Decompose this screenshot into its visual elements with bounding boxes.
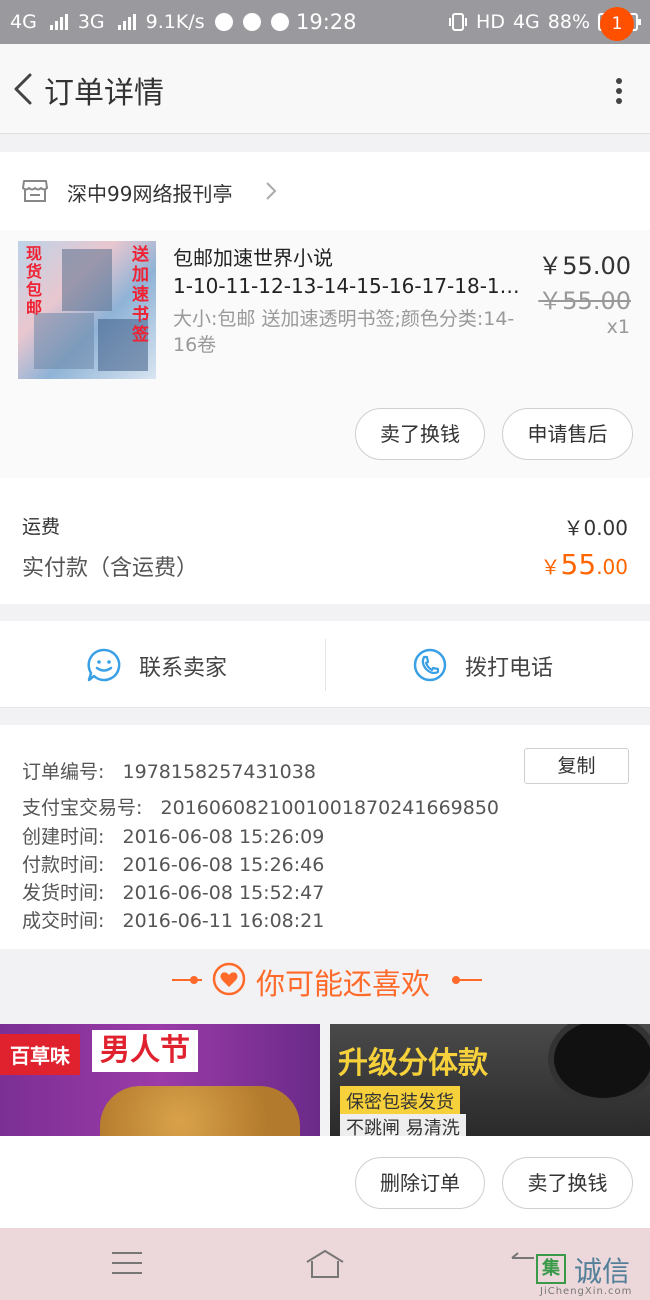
banner-subtitle-2: 不跳闸 易清洗 — [340, 1114, 466, 1136]
paid-decimal: .00 — [596, 555, 628, 579]
recommend-title: 你可能还喜欢 — [256, 967, 431, 1001]
paid-currency: ￥ — [540, 555, 561, 579]
paid-time-value: 2016-06-08 15:26:46 — [122, 854, 325, 876]
call-phone-button[interactable]: 拨打电话 — [326, 621, 650, 708]
clock: 19:28 — [296, 10, 357, 34]
sell-for-cash-button[interactable]: 卖了换钱 — [355, 408, 485, 460]
shipping-value: ￥0.00 — [563, 516, 628, 540]
system-nav-bar: 集 诚信 JiChengXin.com — [0, 1228, 650, 1300]
contact-seller-button[interactable]: 联系卖家 — [0, 621, 325, 708]
order-info-section: 订单编号: 1978158257431038 复制 支付宝交易号: 201606… — [0, 725, 650, 949]
paid-amount: ￥55.00 — [541, 548, 628, 581]
menu-icon[interactable] — [112, 1252, 142, 1274]
shipped-time-row: 发货时间: 2016-06-08 15:52:47 — [22, 878, 324, 905]
shop-name: 深中99网络报刊亭 — [67, 182, 233, 206]
watermark-logo: 集 — [536, 1254, 566, 1284]
bottom-action-bar: 删除订单 卖了换钱 — [0, 1136, 650, 1228]
status-left: 4G 3G 9.1K/s — [10, 11, 289, 33]
shipped-time-value: 2016-06-08 15:52:47 — [122, 882, 325, 904]
heart-icon — [212, 962, 246, 996]
shipped-time-label: 发货时间: — [22, 882, 105, 904]
network-speed: 9.1K/s — [145, 11, 205, 33]
chat-icon — [87, 648, 121, 682]
decor-line-right — [452, 979, 482, 981]
banner-subtitle-1: 保密包装发货 — [340, 1086, 460, 1116]
snack-image — [100, 1086, 300, 1136]
network-3g-label: 3G — [77, 11, 105, 33]
product-original-price: ￥55.00 — [538, 287, 631, 315]
shop-row[interactable]: 深中99网络报刊亭 — [0, 152, 650, 230]
product-title: 包邮加速世界小说 1-10-11-12-13-14-15-16-17-18-19… — [173, 244, 523, 300]
paid-time-row: 付款时间: 2016-06-08 15:26:46 — [22, 850, 324, 877]
order-number-row: 订单编号: 1978158257431038 — [22, 757, 316, 784]
created-time-value: 2016-06-08 15:26:09 — [122, 826, 325, 848]
more-icon[interactable] — [616, 78, 624, 108]
alipay-label: 支付宝交易号: — [22, 797, 143, 819]
alipay-row: 支付宝交易号: 2016060821001001870241669850 — [22, 793, 499, 820]
banner-tag: 男人节 — [92, 1030, 198, 1072]
page-title: 订单详情 — [44, 76, 164, 111]
home-icon[interactable] — [304, 1248, 346, 1280]
completed-time-row: 成交时间: 2016-06-11 16:08:21 — [22, 906, 324, 933]
network-4g-label-2: 4G — [512, 11, 540, 33]
store-icon — [22, 180, 48, 202]
completed-time-value: 2016-06-11 16:08:21 — [122, 910, 325, 932]
order-number-value: 1978158257431038 — [122, 761, 316, 783]
battery-percent: 88% — [547, 11, 590, 33]
product-thumbnail[interactable]: 现货包邮 送加速书签 — [18, 241, 156, 379]
product-card[interactable]: 现货包邮 送加速书签 包邮加速世界小说 1-10-11-12-13-14-15-… — [0, 230, 650, 478]
created-time-label: 创建时间: — [22, 826, 105, 848]
back-arrow-icon[interactable] — [10, 69, 40, 109]
product-quantity: x1 — [606, 316, 630, 338]
network-4g-label: 4G — [10, 11, 37, 33]
paid-label: 实付款（含运费） — [22, 556, 199, 581]
signal-icon — [49, 14, 68, 30]
product-sku: 大小:包邮 送加速透明书签;颜色分类:14-16卷 — [173, 308, 515, 356]
created-time-row: 创建时间: 2016-06-08 15:26:09 — [22, 822, 324, 849]
contact-seller-label: 联系卖家 — [139, 656, 228, 681]
hd-label: HD — [476, 11, 505, 33]
paid-integer: 55 — [560, 548, 597, 581]
banner-brand: 百草味 — [0, 1034, 80, 1075]
contact-bar: 联系卖家 拨打电话 — [0, 621, 650, 708]
product-title-line1: 包邮加速世界小说 — [173, 246, 333, 270]
call-phone-label: 拨打电话 — [465, 656, 554, 681]
nav-bar: 订单详情 — [0, 44, 650, 134]
alipay-value: 2016060821001001870241669850 — [160, 797, 500, 819]
recommend-banner-right[interactable]: 升级分体款 保密包装发货 不跳闸 易清洗 — [330, 1024, 650, 1136]
watermark-text: 诚信 — [574, 1255, 631, 1288]
completed-time-label: 成交时间: — [22, 910, 105, 932]
product-price: ￥55.00 — [538, 252, 631, 280]
totals-section: 运费 ￥0.00 实付款（含运费） ￥55.00 — [0, 478, 650, 604]
banner-title: 升级分体款 — [338, 1046, 488, 1081]
delete-order-button[interactable]: 删除订单 — [355, 1157, 485, 1209]
paid-time-label: 付款时间: — [22, 854, 105, 876]
copy-button[interactable]: 复制 — [524, 748, 629, 784]
sell-for-cash-button-bottom[interactable]: 卖了换钱 — [502, 1157, 633, 1209]
thumb-text-left: 现货包邮 — [26, 244, 43, 317]
chevron-right-icon — [266, 182, 277, 200]
phone-icon — [413, 648, 447, 682]
notification-badge: 1 — [600, 7, 634, 41]
shipping-label: 运费 — [22, 516, 61, 538]
app-icon — [242, 13, 261, 31]
watermark-url: JiChengXin.com — [540, 1286, 633, 1297]
after-sale-button[interactable]: 申请售后 — [502, 408, 633, 460]
recommend-header: 你可能还喜欢 — [0, 949, 650, 1011]
vibrate-icon — [449, 13, 468, 31]
qq-icon — [214, 13, 233, 31]
watermark: 集 诚信 JiChengXin.com — [536, 1250, 646, 1298]
order-number-label: 订单编号: — [22, 761, 105, 783]
thumb-text-right: 送加速书签 — [132, 245, 149, 345]
product-title-line2: 1-10-11-12-13-14-15-16-17-18-19-20 — [173, 274, 523, 298]
kettle-image — [548, 1024, 650, 1104]
recommend-banner-left[interactable]: 百草味 男人节 — [0, 1024, 320, 1136]
signal-icon-2 — [117, 14, 136, 30]
decor-dot-left — [190, 976, 198, 984]
app-icon-2 — [270, 13, 289, 31]
status-bar: 4G 3G 9.1K/s 19:28 HD 4G 88% — [0, 0, 650, 44]
